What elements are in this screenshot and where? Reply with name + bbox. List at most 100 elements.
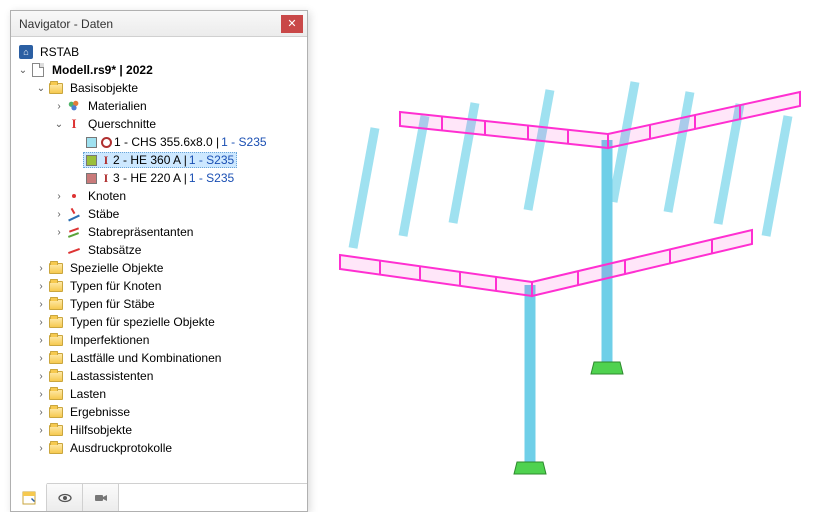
tree-node-folder[interactable]: ›Typen für spezielle Objekte <box>17 313 305 331</box>
section-icon <box>66 116 82 132</box>
chevron-down-icon[interactable]: ⌄ <box>17 65 29 76</box>
folder-icon <box>48 368 64 384</box>
folder-icon <box>48 386 64 402</box>
model-viewport[interactable] <box>320 30 820 500</box>
tree-node-section-item[interactable]: 2 - HE 360 A | 1 - S235 <box>17 151 305 169</box>
folder-icon <box>48 332 64 348</box>
tree-label: Stabrepräsentanten <box>85 224 196 240</box>
color-swatch <box>86 155 97 166</box>
color-swatch <box>86 137 97 148</box>
tree-node-folder[interactable]: › Imperfektionen <box>17 331 305 349</box>
tree-label: Stäbe <box>85 206 122 222</box>
chevron-right-icon[interactable]: › <box>35 389 47 400</box>
folder-icon <box>48 440 64 456</box>
tree-label: Spezielle Objekte <box>67 260 166 276</box>
chevron-right-icon[interactable]: › <box>35 335 47 346</box>
tree-node-basic[interactable]: ⌄ Basisobjekte <box>17 79 305 97</box>
file-icon <box>30 62 46 78</box>
chevron-right-icon[interactable]: › <box>53 101 65 112</box>
member-set-icon <box>66 242 82 258</box>
chevron-right-icon[interactable]: › <box>35 299 47 310</box>
section-label: 2 - HE 360 A | <box>113 153 187 167</box>
circular-section-icon <box>101 137 112 148</box>
tree-label: Hilfsobjekte <box>67 422 135 438</box>
titlebar[interactable]: Navigator - Daten ✕ <box>11 11 307 37</box>
member-icon <box>66 206 82 222</box>
tree-node-materials[interactable]: › Materialien <box>17 97 305 115</box>
tree-node-stabe[interactable]: › Stäbe <box>17 205 305 223</box>
chevron-right-icon[interactable]: › <box>35 317 47 328</box>
tree-label: Stabsätze <box>85 242 144 258</box>
tab-data[interactable] <box>11 483 47 511</box>
tree-node-stabrep[interactable]: › Stabrepräsentanten <box>17 223 305 241</box>
tree-node-folder[interactable]: › Ergebnisse <box>17 403 305 421</box>
member-rep-icon <box>66 224 82 240</box>
folder-icon <box>48 422 64 438</box>
tree-node-folder[interactable]: › Lasten <box>17 385 305 403</box>
tree-label: Querschnitte <box>85 116 159 132</box>
i-section-icon <box>101 154 111 166</box>
tree-label: Basisobjekte <box>67 80 141 96</box>
app-icon: ⌂ <box>18 44 34 60</box>
chevron-right-icon[interactable]: › <box>53 227 65 238</box>
tree-label: Lastfälle und Kombinationen <box>67 350 224 366</box>
tree-node-folder[interactable]: › Typen für Stäbe <box>17 295 305 313</box>
tree-label: RSTAB <box>37 44 82 60</box>
tree-label: Lasten <box>67 386 109 402</box>
tree-node-folder[interactable]: › Ausdruckprotokolle <box>17 439 305 457</box>
folder-icon <box>48 404 64 420</box>
material-link[interactable]: 1 - S235 <box>189 153 234 167</box>
window-title: Navigator - Daten <box>15 17 281 31</box>
tree-node-folder[interactable]: › Typen für Knoten <box>17 277 305 295</box>
tree-label: Materialien <box>85 98 150 114</box>
tab-display[interactable] <box>47 484 83 511</box>
tree-label: Typen für Knoten <box>67 278 164 294</box>
tree-node-knoten[interactable]: › Knoten <box>17 187 305 205</box>
tree-label: Ergebnisse <box>67 404 133 420</box>
chevron-right-icon[interactable]: › <box>35 263 47 274</box>
folder-icon <box>48 260 64 276</box>
close-icon: ✕ <box>287 17 296 30</box>
chevron-right-icon[interactable]: › <box>35 281 47 292</box>
chevron-right-icon[interactable]: › <box>35 353 47 364</box>
chevron-right-icon[interactable]: › <box>53 209 65 220</box>
folder-icon <box>48 278 64 294</box>
chevron-right-icon[interactable]: › <box>35 443 47 454</box>
chevron-right-icon[interactable]: › <box>35 407 47 418</box>
tree-node-folder[interactable]: › Lastassistenten <box>17 367 305 385</box>
section-label: 3 - HE 220 A | <box>113 171 187 185</box>
tree-label: Typen für Stäbe <box>67 296 158 312</box>
folder-icon <box>48 296 64 312</box>
material-link[interactable]: 1 - S235 <box>189 171 234 185</box>
tree-node-folder[interactable]: › Lastfälle und Kombinationen <box>17 349 305 367</box>
tree-node-section-item[interactable]: 3 - HE 220 A | 1 - S235 <box>17 169 305 187</box>
node-icon <box>66 188 82 204</box>
tree-label: Lastassistenten <box>67 368 156 384</box>
materials-icon <box>66 98 82 114</box>
close-button[interactable]: ✕ <box>281 15 303 33</box>
tree-label: Knoten <box>85 188 129 204</box>
tree-node-sections[interactable]: ⌄ Querschnitte <box>17 115 305 133</box>
tree-label: Ausdruckprotokolle <box>67 440 175 456</box>
color-swatch <box>86 173 97 184</box>
data-tab-icon <box>21 490 37 506</box>
i-section-icon <box>101 172 111 184</box>
tree-node-folder[interactable]: › Hilfsobjekte <box>17 421 305 439</box>
chevron-right-icon[interactable]: › <box>35 371 47 382</box>
tree-label: Modell.rs9* | 2022 <box>49 62 156 78</box>
tree-node-stabsatz[interactable]: Stabsätze <box>17 241 305 259</box>
tree-node-folder[interactable]: › Spezielle Objekte <box>17 259 305 277</box>
chevron-right-icon[interactable]: › <box>53 191 65 202</box>
tree-node-model[interactable]: ⌄ Modell.rs9* | 2022 <box>17 61 305 79</box>
tree-node-root[interactable]: ⌂ RSTAB <box>17 43 305 61</box>
tree-label: Imperfektionen <box>67 332 152 348</box>
tab-views[interactable] <box>83 484 119 511</box>
section-label: 1 - CHS 355.6x8.0 | <box>114 135 219 149</box>
material-link[interactable]: 1 - S235 <box>221 135 266 149</box>
chevron-down-icon[interactable]: ⌄ <box>53 119 65 130</box>
tree-view[interactable]: ⌂ RSTAB ⌄ Modell.rs9* | 2022 ⌄ Basisobje… <box>11 37 307 483</box>
tree-node-section-item[interactable]: 1 - CHS 355.6x8.0 | 1 - S235 <box>17 133 305 151</box>
chevron-down-icon[interactable]: ⌄ <box>35 83 47 94</box>
camera-icon <box>93 490 109 506</box>
chevron-right-icon[interactable]: › <box>35 425 47 436</box>
